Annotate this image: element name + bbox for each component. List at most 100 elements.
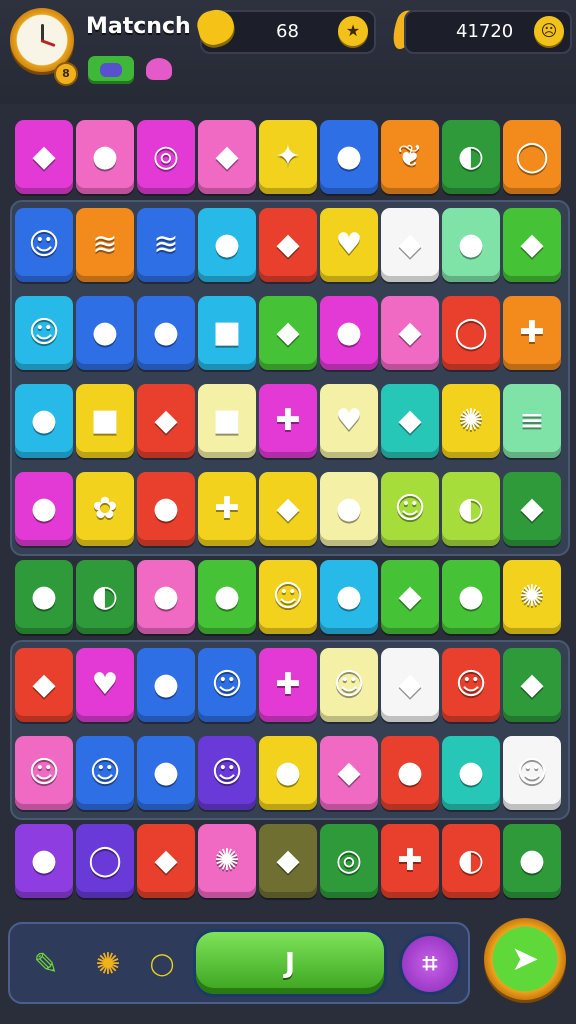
board-tile[interactable]: ☺ bbox=[442, 648, 500, 722]
board-tile[interactable]: ● bbox=[76, 120, 134, 194]
board-tile[interactable]: ■ bbox=[198, 296, 256, 370]
tile-item-icon: ◯ bbox=[515, 139, 549, 174]
board-tile[interactable]: ☺ bbox=[503, 736, 561, 810]
board-tile[interactable]: ✚ bbox=[259, 384, 317, 458]
board-tile[interactable]: ● bbox=[76, 296, 134, 370]
board-tile[interactable]: ● bbox=[137, 472, 195, 546]
board-tile[interactable]: ◆ bbox=[15, 648, 73, 722]
tile-item-icon: ◆ bbox=[398, 227, 422, 262]
board-tile[interactable]: ◆ bbox=[503, 472, 561, 546]
board-tile[interactable]: ❦ bbox=[381, 120, 439, 194]
hash-button[interactable]: ⌗ bbox=[402, 936, 458, 992]
board-tile[interactable]: ● bbox=[137, 648, 195, 722]
tile-item-icon: ■ bbox=[212, 315, 242, 350]
board-tile[interactable]: ✿ bbox=[76, 472, 134, 546]
board-tile[interactable]: ☺ bbox=[198, 736, 256, 810]
board-tile[interactable]: ◆ bbox=[198, 120, 256, 194]
tile-item-icon: ● bbox=[335, 579, 363, 614]
board-tile[interactable]: ◎ bbox=[320, 824, 378, 898]
board-tile[interactable]: ✚ bbox=[503, 296, 561, 370]
board-tile[interactable]: ◯ bbox=[442, 296, 500, 370]
star-icon[interactable]: ★ bbox=[338, 16, 368, 46]
board-tile[interactable]: ■ bbox=[198, 384, 256, 458]
board-tile[interactable]: ■ bbox=[76, 384, 134, 458]
board-tile[interactable]: ◆ bbox=[259, 208, 317, 282]
board-tile[interactable]: ● bbox=[320, 560, 378, 634]
tile-item-icon: ♥ bbox=[335, 403, 363, 438]
board-tile[interactable]: ◆ bbox=[503, 648, 561, 722]
board-tile[interactable]: ● bbox=[137, 560, 195, 634]
board-tile[interactable]: ✺ bbox=[198, 824, 256, 898]
board-tile[interactable]: ☺ bbox=[320, 648, 378, 722]
board-tile[interactable]: ◆ bbox=[381, 296, 439, 370]
sun-icon[interactable]: ✺ bbox=[88, 944, 128, 984]
board-tile[interactable]: ● bbox=[381, 736, 439, 810]
play-button[interactable]: J bbox=[196, 932, 384, 994]
board-tile[interactable]: ◆ bbox=[381, 208, 439, 282]
board-tile[interactable]: ◆ bbox=[381, 384, 439, 458]
board-tile[interactable]: ◆ bbox=[259, 296, 317, 370]
board-tile[interactable]: ≋ bbox=[76, 208, 134, 282]
board-tile[interactable]: ● bbox=[198, 208, 256, 282]
board-tile[interactable]: ● bbox=[320, 472, 378, 546]
board-tile[interactable]: ☺ bbox=[76, 736, 134, 810]
board-tile[interactable]: ☺ bbox=[15, 736, 73, 810]
board-tile[interactable]: ◎ bbox=[137, 120, 195, 194]
tile-item-icon: ≋ bbox=[92, 227, 118, 262]
board-tile[interactable]: ◆ bbox=[137, 384, 195, 458]
cucumber-icon[interactable]: ✎ bbox=[26, 944, 66, 984]
board-tile[interactable]: ● bbox=[137, 736, 195, 810]
tile-item-icon: ◎ bbox=[335, 843, 363, 878]
board-tile[interactable]: ● bbox=[503, 824, 561, 898]
board-tile[interactable]: ✚ bbox=[381, 824, 439, 898]
board-tile[interactable]: ☺ bbox=[15, 296, 73, 370]
board-tile[interactable]: ♥ bbox=[320, 208, 378, 282]
board-tile[interactable]: ● bbox=[442, 736, 500, 810]
board-tile[interactable]: ● bbox=[15, 384, 73, 458]
board-tile[interactable]: ◆ bbox=[259, 472, 317, 546]
board-tile[interactable]: ● bbox=[15, 560, 73, 634]
board-tile[interactable]: ● bbox=[259, 736, 317, 810]
board-tile[interactable]: ≋ bbox=[137, 208, 195, 282]
board-tile[interactable]: ● bbox=[15, 472, 73, 546]
tile-item-icon: ☺ bbox=[333, 667, 365, 702]
board-tile[interactable]: ✚ bbox=[198, 472, 256, 546]
board-tile[interactable]: ● bbox=[15, 824, 73, 898]
board-tile[interactable]: ◆ bbox=[381, 648, 439, 722]
board-tile[interactable]: ◆ bbox=[15, 120, 73, 194]
board-tile[interactable]: ◆ bbox=[503, 208, 561, 282]
board-tile[interactable]: ● bbox=[320, 120, 378, 194]
board-tile[interactable]: ● bbox=[320, 296, 378, 370]
board-tile[interactable]: ♥ bbox=[76, 648, 134, 722]
board-tile[interactable]: ♥ bbox=[320, 384, 378, 458]
board-tile[interactable]: ◆ bbox=[137, 824, 195, 898]
board-tile[interactable]: ☺ bbox=[259, 560, 317, 634]
board-tile[interactable]: ◐ bbox=[442, 120, 500, 194]
clock-icon[interactable]: 8 bbox=[10, 8, 78, 86]
board-tile[interactable]: ✺ bbox=[442, 384, 500, 458]
face-icon[interactable]: ☹ bbox=[534, 16, 564, 46]
board-tile[interactable]: ☺ bbox=[15, 208, 73, 282]
gamepad-button[interactable] bbox=[88, 56, 134, 84]
board-tile[interactable]: ● bbox=[137, 296, 195, 370]
board-tile[interactable]: ◆ bbox=[381, 560, 439, 634]
board-tile[interactable]: ≡ bbox=[503, 384, 561, 458]
board-tile[interactable]: ✚ bbox=[259, 648, 317, 722]
board-tile[interactable]: ● bbox=[442, 560, 500, 634]
board-tile[interactable]: ☺ bbox=[381, 472, 439, 546]
board-tile[interactable]: ● bbox=[198, 560, 256, 634]
board-tile[interactable]: ☺ bbox=[198, 648, 256, 722]
ring-icon[interactable]: ◯ bbox=[142, 944, 182, 984]
board-tile[interactable]: ◯ bbox=[76, 824, 134, 898]
go-button[interactable]: ➤ bbox=[484, 918, 566, 1000]
board-tile[interactable]: ◐ bbox=[442, 824, 500, 898]
octopus-button[interactable] bbox=[142, 56, 176, 84]
board-tile[interactable]: ◆ bbox=[320, 736, 378, 810]
board-tile[interactable]: ◐ bbox=[442, 472, 500, 546]
board-tile[interactable]: ● bbox=[442, 208, 500, 282]
board-tile[interactable]: ◆ bbox=[259, 824, 317, 898]
board-tile[interactable]: ✺ bbox=[503, 560, 561, 634]
board-tile[interactable]: ◯ bbox=[503, 120, 561, 194]
board-tile[interactable]: ✦ bbox=[259, 120, 317, 194]
board-tile[interactable]: ◐ bbox=[76, 560, 134, 634]
